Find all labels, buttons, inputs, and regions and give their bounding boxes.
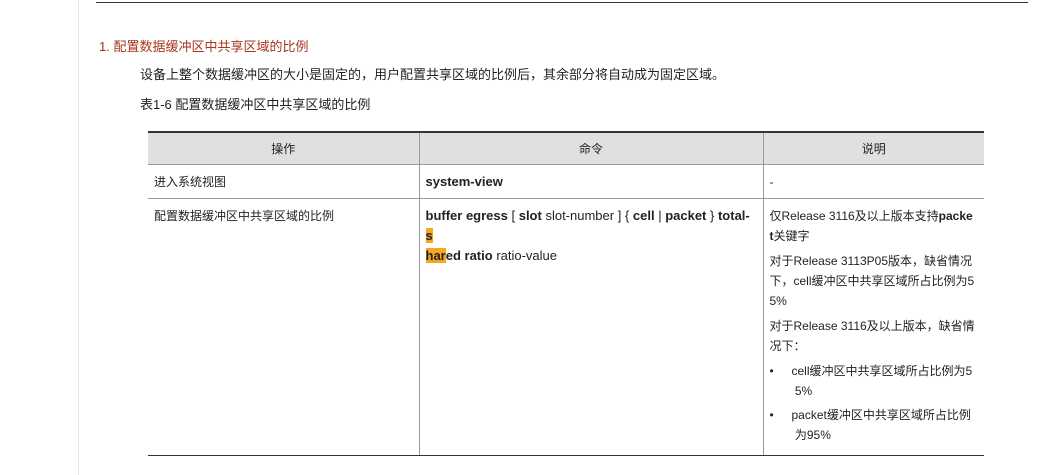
command-keyword: buffer egress xyxy=(425,208,508,223)
list-item: • packet缓冲区中共享区域所占比例 为95% xyxy=(770,405,979,445)
note-keyword: packe xyxy=(938,209,973,223)
command-keyword: slot xyxy=(518,208,542,223)
note-text: 关键字 xyxy=(773,229,810,243)
command-keyword: system-view xyxy=(425,174,503,189)
note-text: packet缓冲区中共享区域所占比例 xyxy=(791,408,971,422)
bullet-icon: • xyxy=(769,408,774,422)
table-caption: 表1-6 配置数据缓冲区中共享区域的比例 xyxy=(140,97,371,112)
command-keyword: cell xyxy=(632,208,655,223)
note-text: 对于Release 3113P05版本，缺省情况下，cell缓冲区中共享区域所占… xyxy=(769,254,975,288)
operation-cell: 配置数据缓冲区中共享区域的比例 xyxy=(148,198,420,456)
note-text: 5% xyxy=(769,294,787,308)
command-cell: system-view xyxy=(418,164,764,199)
command-text: [ xyxy=(507,208,519,223)
intro-paragraph: 设备上整个数据缓冲区的大小是固定的，用户配置共享区域的比例后，其余部分将自动成为… xyxy=(140,67,726,82)
list-item: • cell缓冲区中共享区域所占比例为5 5% xyxy=(770,361,979,401)
command-cell: buffer egress [ slot slot-number ] { cel… xyxy=(418,198,764,456)
search-highlight: s xyxy=(425,228,433,243)
description-cell: 仅Release 3116及以上版本支持packe t关键字 对于Release … xyxy=(762,198,984,456)
command-text: ratio-value xyxy=(492,248,558,263)
table-row: 进入系统视图 system-view - xyxy=(148,164,984,199)
top-divider xyxy=(96,2,1028,3)
list-item-text: packet缓冲区中共享区域所占比例 为95% xyxy=(792,405,979,445)
description-note: 仅Release 3116及以上版本支持packe t关键字 xyxy=(770,206,979,246)
command-text: | xyxy=(654,208,666,223)
note-text: 5% xyxy=(794,384,813,398)
table-header-row: 操作 命令 说明 xyxy=(148,131,984,165)
command-text: } xyxy=(706,208,718,223)
command-keyword: packet xyxy=(665,208,707,223)
note-text: 为95% xyxy=(794,428,831,442)
note-text: cell缓冲区中共享区域所占比例为5 xyxy=(791,364,973,378)
description-cell: - xyxy=(762,164,984,199)
section-title: 1. 配置数据缓冲区中共享区域的比例 xyxy=(99,39,309,54)
note-text: 仅Release 3116及以上版本支持 xyxy=(769,209,939,223)
header-description: 说明 xyxy=(762,131,984,165)
command-keyword: total- xyxy=(717,208,750,223)
command-keyword: ed ratio xyxy=(445,248,493,263)
header-command: 命令 xyxy=(418,131,764,165)
search-highlight: har xyxy=(425,248,446,263)
bullet-icon: • xyxy=(769,364,774,378)
command-text: slot-number ] { xyxy=(541,208,633,223)
header-operation: 操作 xyxy=(148,131,420,165)
table-row: 配置数据缓冲区中共享区域的比例 buffer egress [ slot slo… xyxy=(148,198,984,456)
command-table: 操作 命令 说明 进入系统视图 system-view - 配置数据缓冲区中共享… xyxy=(148,131,984,456)
left-margin-rule xyxy=(78,0,79,475)
list-item-text: cell缓冲区中共享区域所占比例为5 5% xyxy=(792,361,979,401)
operation-cell: 进入系统视图 xyxy=(148,164,420,199)
description-note: 对于Release 3116及以上版本，缺省情况下： xyxy=(769,319,975,353)
description-note: 对于Release 3113P05版本，缺省情况下，cell缓冲区中共享区域所占… xyxy=(770,251,979,311)
